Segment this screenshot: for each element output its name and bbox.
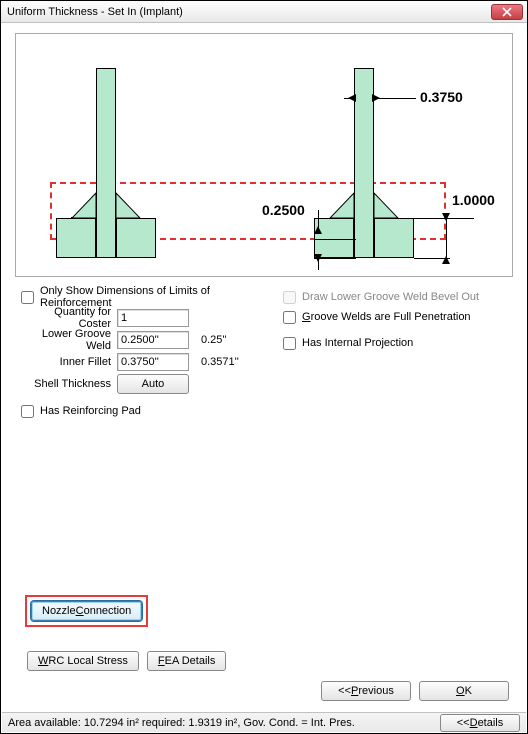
cb-has-internal-proj[interactable]: Has Internal Projection [281, 333, 509, 353]
checkbox[interactable] [21, 405, 34, 418]
nav-buttons: << Previous OK [321, 681, 509, 701]
cb-label: Has Internal Projection [302, 337, 413, 349]
close-icon [502, 7, 512, 17]
highlight-box: Nozzle Connection [25, 595, 148, 627]
form-right-column: Draw Lower Groove Weld Bevel Out Groove … [269, 287, 509, 421]
auto-button[interactable]: Auto [117, 374, 189, 394]
dim-line [314, 239, 356, 240]
checkbox[interactable] [21, 291, 34, 304]
cb-label: Groove Welds are Full Penetration [302, 311, 471, 323]
qty-label: Quantity for Coster [19, 306, 117, 330]
details-button[interactable]: << Details [440, 714, 520, 732]
if-hint: 0.3571'' [189, 356, 239, 368]
checkbox [283, 291, 296, 304]
checkbox[interactable] [283, 311, 296, 324]
arrow-icon [442, 213, 450, 221]
cb-only-show-limits[interactable]: Only Show Dimensions of Limits of Reinfo… [19, 287, 269, 307]
cb-groove-full-pen[interactable]: Groove Welds are Full Penetration [281, 307, 509, 327]
window-title: Uniform Thickness - Set In (Implant) [5, 6, 491, 18]
cb-label: Has Reinforcing Pad [40, 405, 141, 417]
dim-top-label: 0.3750 [420, 89, 463, 105]
arrow-icon [314, 254, 322, 262]
fea-details-button[interactable]: FEA Details [147, 651, 226, 671]
titlebar: Uniform Thickness - Set In (Implant) [1, 1, 527, 23]
wrc-local-stress-button[interactable]: WRC Local Stress [27, 651, 139, 671]
lgw-input[interactable] [117, 331, 189, 349]
lgw-label: Lower Groove Weld [19, 328, 117, 352]
dim-line [373, 68, 374, 104]
ok-button[interactable]: OK [419, 681, 509, 701]
arrow-icon [314, 226, 322, 234]
arrow-icon [442, 256, 450, 264]
bottom-buttons: WRC Local Stress FEA Details [27, 651, 226, 671]
nozzle-connection-button[interactable]: Nozzle Connection [31, 601, 142, 621]
if-input[interactable] [117, 353, 189, 371]
dim-mid-label: 0.2500 [262, 202, 305, 218]
close-button[interactable] [491, 4, 523, 20]
lgw-hint: 0.25'' [189, 334, 227, 346]
dim-line [446, 218, 447, 258]
dim-line [374, 98, 416, 99]
statusbar: Area available: 10.7294 in² required: 1.… [2, 712, 526, 732]
dim-line [354, 68, 355, 104]
cb-draw-lower-bevel: Draw Lower Groove Weld Bevel Out [281, 287, 509, 307]
diagram-area: 0.3750 1.0000 0.2500 [15, 33, 513, 277]
form-left-column: Only Show Dimensions of Limits of Reinfo… [19, 287, 269, 421]
dim-right-label: 1.0000 [452, 192, 495, 208]
status-text: Area available: 10.7294 in² required: 1.… [8, 717, 440, 729]
previous-button[interactable]: << Previous [321, 681, 411, 701]
qty-input[interactable] [117, 309, 189, 327]
if-label: Inner Fillet [19, 356, 117, 368]
st-label: Shell Thickness [19, 378, 117, 390]
form-area: Only Show Dimensions of Limits of Reinfo… [1, 283, 527, 425]
cb-label: Draw Lower Groove Weld Bevel Out [302, 291, 479, 303]
checkbox[interactable] [283, 337, 296, 350]
cb-has-reinforcing-pad[interactable]: Has Reinforcing Pad [19, 401, 269, 421]
